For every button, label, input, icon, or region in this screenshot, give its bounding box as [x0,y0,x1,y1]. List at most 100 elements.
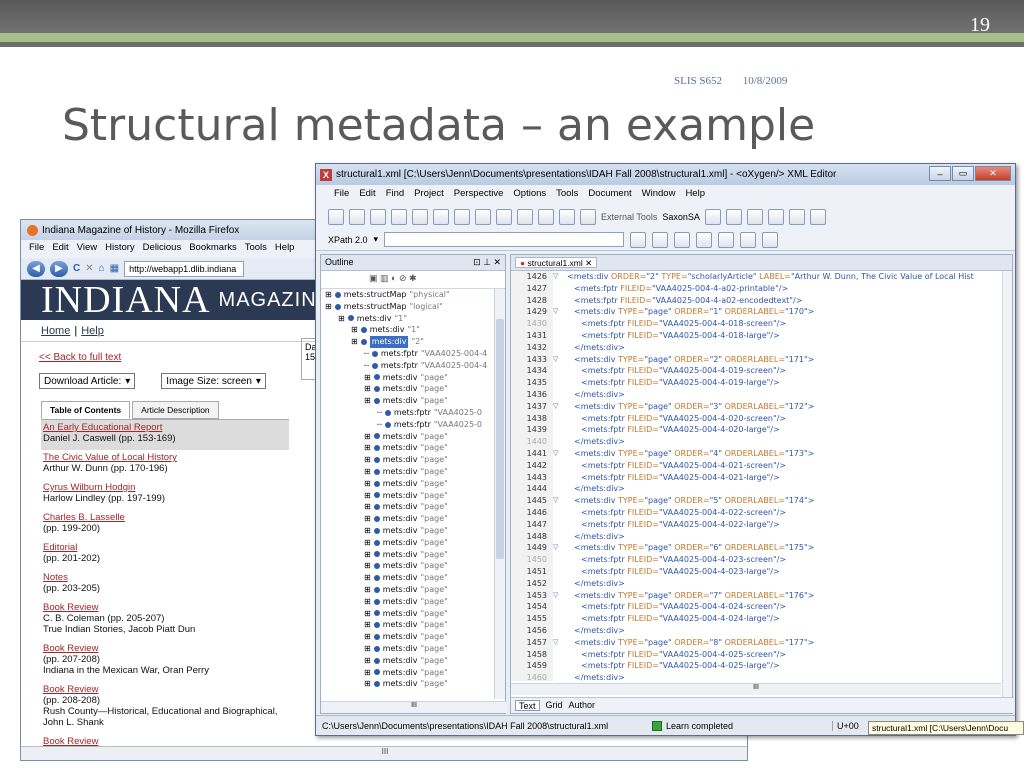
menu-item-help[interactable]: Help [275,242,295,256]
menu-item-file[interactable]: File [29,242,44,256]
reload-icon[interactable]: C [73,263,80,274]
help-link[interactable]: Help [81,325,104,337]
tree-node[interactable]: ⊞ mets:div "page" [321,643,505,655]
fold-toggle-icon[interactable]: ▽ [553,590,567,602]
tag-icon[interactable] [718,231,735,248]
url-input[interactable]: http://webapp1.dlib.indiana [124,260,245,277]
tab-table-of-contents[interactable]: Table of Contents [41,401,131,419]
menu-item-project[interactable]: Project [414,188,444,202]
expand-toggle-icon[interactable]: ⊞ [364,466,371,478]
print-icon[interactable] [412,209,428,225]
new-file-icon[interactable] [328,209,344,225]
fold-toggle-icon[interactable]: ▽ [553,495,567,507]
toc-item-title[interactable]: Editorial [43,542,287,553]
expand-toggle-icon[interactable]: ⊞ [364,537,371,549]
image-size-select[interactable]: Image Size: screen ▾ [161,373,266,389]
run-icon[interactable] [674,231,691,248]
menu-item-help[interactable]: Help [685,188,705,202]
toc-item-title[interactable]: Notes [43,572,287,583]
expand-toggle-icon[interactable]: ⊞ [364,667,371,679]
editor-vertical-scrollbar[interactable] [1002,271,1012,697]
open-folder-icon[interactable] [349,209,365,225]
tree-node[interactable]: ⊞ mets:div "page" [321,501,505,513]
expand-toggle-icon[interactable]: ⊞ [364,631,371,643]
expand-toggle-icon[interactable]: ⊞ [364,383,371,395]
tree-node[interactable]: ⊞ mets:div "page" [321,596,505,608]
tree-node[interactable]: ⊞ mets:div "page" [321,395,505,407]
tree-node[interactable]: ⊞ mets:div "1" [321,313,505,325]
debug-icon[interactable] [696,231,713,248]
menu-item-perspective[interactable]: Perspective [454,188,504,202]
expand-toggle-icon[interactable]: ⊞ [364,678,371,690]
tree-node[interactable]: ⊞ mets:div "page" [321,431,505,443]
stop-icon[interactable]: ✕ [85,263,93,274]
tree-node[interactable]: ⊞ mets:div "page" [321,560,505,572]
fo-icon[interactable] [559,209,575,225]
tree-node[interactable]: ⊞ mets:div "page" [321,372,505,384]
mode-grid[interactable]: Grid [546,700,563,711]
expand-toggle-icon[interactable]: ⊞ [364,478,371,490]
tree-node[interactable]: ⊞ mets:div "page" [321,525,505,537]
find-icon[interactable] [433,209,449,225]
menu-item-window[interactable]: Window [642,188,676,202]
tree-node[interactable]: ⊞ mets:div "2" [321,336,505,348]
fold-toggle-icon[interactable]: ▽ [553,354,567,366]
tree-node[interactable]: ⊞ mets:div "page" [321,454,505,466]
menu-item-file[interactable]: File [334,188,349,202]
tree-node[interactable]: ⊞ mets:div "page" [321,466,505,478]
menu-item-find[interactable]: Find [386,188,404,202]
saxon-label[interactable]: SaxonSA [662,212,700,222]
menu-item-edit[interactable]: Edit [359,188,375,202]
tree-node[interactable]: ⊞ mets:div "page" [321,513,505,525]
save-icon[interactable] [391,209,407,225]
tree-node[interactable]: ⊞ mets:div "page" [321,678,505,690]
tree-node[interactable]: ⊞ mets:div "page" [321,608,505,620]
expand-toggle-icon[interactable]: ⊞ [364,560,371,572]
expand-toggle-icon[interactable]: ⊞ [364,525,371,537]
expand-toggle-icon[interactable]: ⊞ [364,490,371,502]
menu-item-tools[interactable]: Tools [556,188,578,202]
home-link[interactable]: Home [41,325,70,337]
tree-node[interactable]: ┈ mets:fptr "VAA4025-0 [321,419,505,431]
tree-node[interactable]: ⊞ mets:div "page" [321,619,505,631]
expand-toggle-icon[interactable]: ┈ [364,360,369,372]
mode-author[interactable]: Author [569,700,596,711]
tree-node[interactable]: ⊞ mets:div "page" [321,655,505,667]
tree-node[interactable]: ⊞ mets:structMap "physical" [321,289,505,301]
tree-node[interactable]: ⊞ mets:div "page" [321,549,505,561]
expand-toggle-icon[interactable]: ⊞ [364,454,371,466]
tree-node[interactable]: ⊞ mets:div "page" [321,572,505,584]
toc-item-title[interactable]: Charles B. Lasselle [43,512,287,523]
paste-icon[interactable] [788,209,805,225]
menu-item-history[interactable]: History [105,242,135,256]
expand-toggle-icon[interactable]: ⊞ [351,336,358,348]
xslt-icon[interactable] [538,209,554,225]
fold-toggle-icon[interactable]: ▽ [553,271,567,283]
home-icon[interactable]: ⌂ [99,263,105,274]
tree-node[interactable]: ⊞ mets:div "page" [321,478,505,490]
bookmark-icon[interactable]: ▦ [110,263,119,274]
copy-icon[interactable] [767,209,784,225]
expand-toggle-icon[interactable]: ⊞ [364,584,371,596]
editor-horizontal-scrollbar[interactable]: III [511,683,1001,695]
menu-item-options[interactable]: Options [513,188,546,202]
panel-controls-icon[interactable]: ⊡ ⊥ ✕ [473,257,501,268]
tree-node[interactable]: ⊞ mets:div "page" [321,442,505,454]
menu-item-document[interactable]: Document [588,188,631,202]
comment-icon[interactable] [762,231,779,248]
expand-toggle-icon[interactable]: ⊞ [364,501,371,513]
forward-icon[interactable] [517,209,533,225]
format-icon[interactable] [809,209,826,225]
expand-toggle-icon[interactable]: ⊞ [325,301,332,313]
expand-toggle-icon[interactable]: ⊞ [338,313,345,325]
find-replace-icon[interactable] [454,209,470,225]
xpath-input[interactable] [384,232,625,247]
check-icon[interactable] [652,231,669,248]
expand-toggle-icon[interactable]: ⊞ [351,324,358,336]
menu-item-tools[interactable]: Tools [245,242,267,256]
validate-icon[interactable] [630,231,647,248]
tree-node[interactable]: ⊞ mets:div "page" [321,490,505,502]
tree-node[interactable]: ⊞ mets:div "page" [321,667,505,679]
expand-toggle-icon[interactable]: ⊞ [364,513,371,525]
expand-toggle-icon[interactable]: ⊞ [364,372,371,384]
